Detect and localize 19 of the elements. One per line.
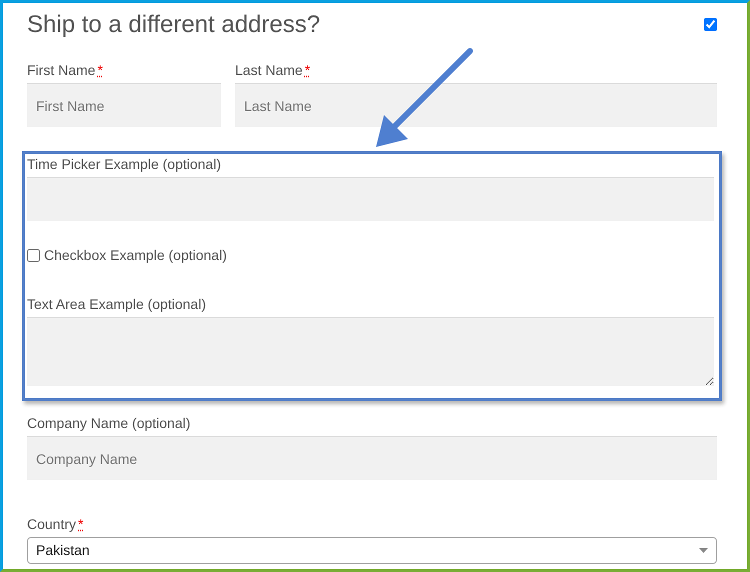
- checkbox-label: Checkbox Example (optional): [44, 246, 227, 264]
- ship-checkbox[interactable]: [704, 18, 717, 31]
- required-mark: *: [78, 516, 84, 532]
- text-field[interactable]: [27, 177, 714, 221]
- required-mark: *: [97, 62, 103, 78]
- field-label: Time Picker Example (optional): [27, 155, 221, 173]
- text-field[interactable]: First Name: [27, 83, 221, 127]
- required-mark: *: [304, 62, 310, 78]
- field-label: Text Area Example (optional): [27, 295, 206, 313]
- country-select[interactable]: Pakistan: [27, 537, 717, 564]
- field-label: Country: [27, 515, 76, 533]
- section-heading: Ship to a different address?: [27, 10, 320, 40]
- dropdown-caret-icon: [699, 548, 708, 553]
- text-field[interactable]: Company Name: [27, 436, 717, 480]
- field-label: Last Name: [235, 61, 303, 79]
- field-label: Company Name (optional): [27, 414, 190, 432]
- checkbox[interactable]: [27, 248, 40, 262]
- text-field[interactable]: Last Name: [235, 83, 717, 127]
- field-label: First Name: [27, 61, 96, 79]
